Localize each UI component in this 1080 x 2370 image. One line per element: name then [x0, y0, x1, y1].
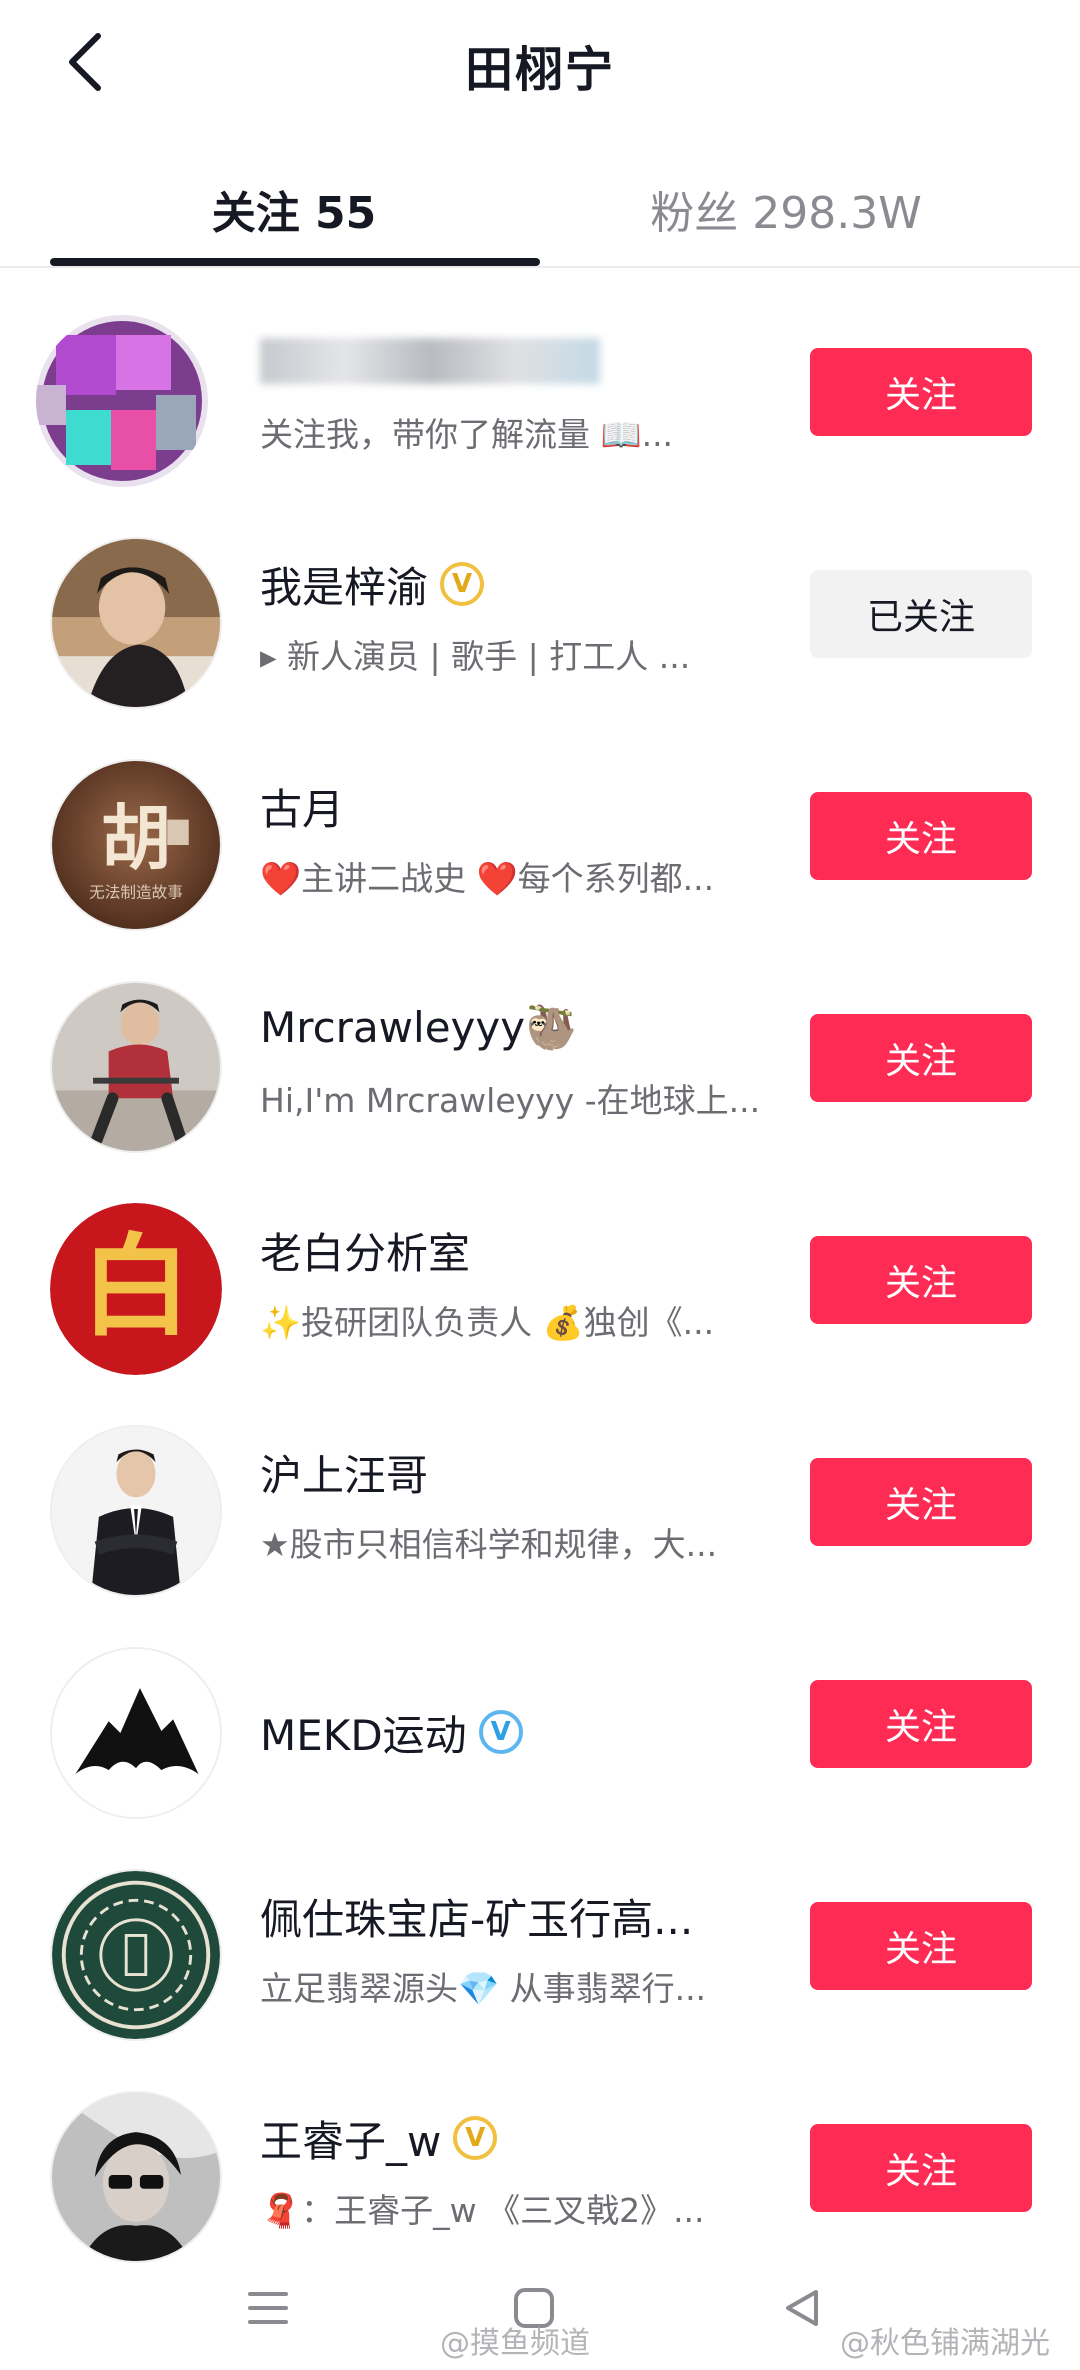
- tab-followers[interactable]: 粉丝 298.3W: [540, 150, 1032, 268]
- bio-text: ✨投研团队负责人 💰独创《...: [260, 1303, 715, 1342]
- verified-blue-icon: V: [478, 1710, 523, 1754]
- username: Mrcrawleyyy🦥: [260, 998, 780, 1058]
- svg-text:白: 白: [81, 1222, 191, 1351]
- name-redacted: [260, 338, 600, 384]
- following-list-screen: 田栩宁 关注 55 粉丝 298.3W 关注我，带你了解流量 📖... 关注 我…: [0, 0, 1080, 2370]
- follow-button[interactable]: 关注: [810, 1458, 1032, 1546]
- svg-text:无法制造故事: 无法制造故事: [89, 884, 183, 902]
- verified-gold-icon: V: [440, 562, 485, 606]
- list-item[interactable]: Mrcrawleyyy🦥 Hi,I'm Mrcrawleyyy -在地球上...…: [0, 956, 1080, 1178]
- username-text: 我是梓渝: [260, 562, 429, 612]
- username-text: Mrcrawleyyy🦥: [260, 1003, 578, 1052]
- list-item[interactable]: MEKD运动 V 关注: [0, 1622, 1080, 1844]
- seated-man-avatar[interactable]: [50, 981, 222, 1153]
- bio-text: 立足翡翠源头💎 从事翡翠行...: [260, 1969, 707, 2008]
- follow-button[interactable]: 关注: [810, 1236, 1032, 1324]
- bio-text: Hi,I'm Mrcrawleyyy -在地球上...: [260, 1081, 761, 1120]
- username: 王睿子_w V: [260, 2108, 780, 2168]
- bio-text: ❤️主讲二战史 ❤️每个系列都...: [260, 859, 715, 898]
- svg-text:胡: 胡: [101, 797, 171, 880]
- follow-button[interactable]: 关注: [810, 348, 1032, 436]
- watermark-left: @摸鱼频道: [440, 2326, 590, 2361]
- bio-text: 关注我，带你了解流量 📖...: [260, 415, 674, 454]
- tab-bar: 关注 55 粉丝 298.3W: [0, 150, 1080, 268]
- list-item[interactable]: 白 老白分析室 ✨投研团队负责人 💰独创《... 关注: [0, 1178, 1080, 1400]
- list-item[interactable]: 关注我，带你了解流量 📖... 关注: [0, 290, 1080, 512]
- calligraphy-hu-avatar[interactable]: 胡 无法制造故事: [50, 759, 222, 931]
- username-text: 古月: [260, 784, 345, 834]
- man-portrait-avatar[interactable]: [50, 537, 222, 709]
- list-item[interactable]: 我是梓渝 V ▸ 新人演员 | 歌手 | 打工人 ... 已关注: [0, 512, 1080, 734]
- bio-text: ▸ 新人演员 | 歌手 | 打工人 ...: [260, 637, 691, 676]
- jade-pattern-avatar[interactable]: [50, 1869, 222, 2041]
- username-text: MEKD运动: [260, 1710, 467, 1760]
- follow-button[interactable]: 关注: [810, 792, 1032, 880]
- username: 古月: [260, 776, 780, 836]
- mountain-logo-avatar[interactable]: [50, 1647, 222, 1819]
- follow-button[interactable]: 关注: [810, 1680, 1032, 1768]
- menu-button[interactable]: [228, 2270, 308, 2350]
- follow-button[interactable]: 关注: [810, 1902, 1032, 1990]
- follow-button[interactable]: 关注: [810, 1014, 1032, 1102]
- menu-icon: [246, 2288, 290, 2332]
- username: 我是梓渝 V: [260, 554, 780, 614]
- suited-man-avatar[interactable]: [50, 1425, 222, 1597]
- verified-gold-icon: V: [453, 2116, 498, 2160]
- username: MEKD运动 V: [260, 1702, 780, 1762]
- username-text: 老白分析室: [260, 1228, 471, 1278]
- username: 沪上汪哥: [260, 1442, 780, 1502]
- username-text: 佩仕珠宝店-矿玉行高...: [260, 1894, 694, 1944]
- bio-text: 🧣：王睿子_w 《三叉戟2》...: [260, 2191, 705, 2230]
- sunglasses-man-avatar[interactable]: [50, 2091, 222, 2263]
- bai-character-avatar[interactable]: 白: [50, 1203, 222, 1375]
- bio-text: ★股市只相信科学和规律，大...: [260, 1525, 718, 1564]
- username-text: 王睿子_w: [260, 2116, 442, 2166]
- list-item[interactable]: 佩仕珠宝店-矿玉行高... 立足翡翠源头💎 从事翡翠行... 关注: [0, 1844, 1080, 2066]
- watermark-right: @秋色铺满湖光: [840, 2326, 1050, 2361]
- username: 佩仕珠宝店-矿玉行高...: [260, 1886, 780, 1946]
- page-title: 田栩宁: [464, 42, 615, 98]
- back-nav-button[interactable]: [762, 2270, 842, 2350]
- back-triangle-icon: [780, 2286, 824, 2334]
- list-item[interactable]: 沪上汪哥 ★股市只相信科学和规律，大... 关注: [0, 1400, 1080, 1622]
- follow-button[interactable]: 关注: [810, 2124, 1032, 2212]
- tab-following[interactable]: 关注 55: [48, 150, 540, 268]
- username-text: 沪上汪哥: [260, 1450, 429, 1500]
- top-bar: 田栩宁: [0, 0, 1080, 130]
- username: 老白分析室: [260, 1220, 780, 1280]
- tab-active-indicator: [50, 258, 540, 266]
- following-button[interactable]: 已关注: [810, 570, 1032, 658]
- list-item[interactable]: 胡 无法制造故事 古月 ❤️主讲二战史 ❤️每个系列都... 关注: [0, 734, 1080, 956]
- pixelated-avatar[interactable]: [36, 315, 208, 487]
